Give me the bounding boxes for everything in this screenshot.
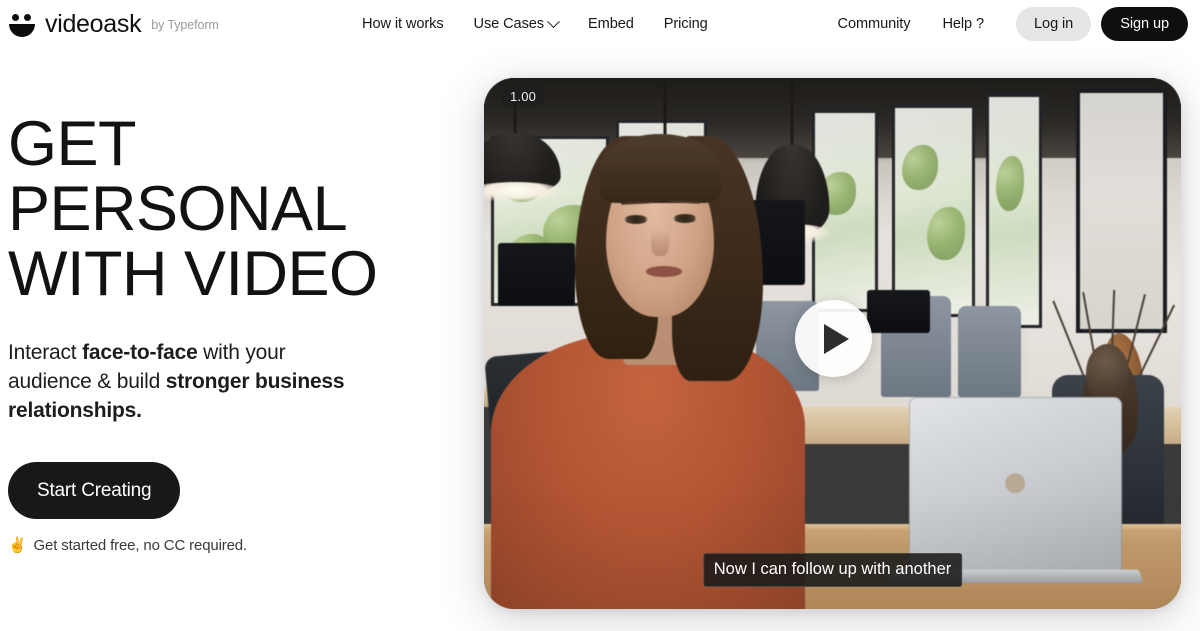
landing-page: videoask by Typeform How it works Use Ca… bbox=[0, 0, 1200, 631]
log-in-button[interactable]: Log in bbox=[1016, 7, 1092, 41]
brand-logo[interactable]: videoask by Typeform bbox=[9, 9, 219, 38]
nav-label: Pricing bbox=[663, 16, 708, 32]
free-trial-note: ✌️ Get started free, no CC required. bbox=[8, 537, 438, 554]
subject-eye-left bbox=[624, 214, 648, 224]
primary-nav: How it works Use Cases Embed Pricing bbox=[362, 0, 708, 48]
secondary-nav: Community Help ? Log in Sign up bbox=[838, 0, 1188, 48]
nav-item-how-it-works[interactable]: How it works bbox=[362, 10, 444, 38]
office-monitor bbox=[497, 242, 575, 307]
start-creating-button[interactable]: Start Creating bbox=[8, 462, 181, 519]
sign-up-button[interactable]: Sign up bbox=[1101, 7, 1188, 41]
smiley-face-logo-icon bbox=[9, 12, 36, 37]
office-chair bbox=[957, 306, 1021, 397]
logo-eye-right bbox=[24, 14, 31, 21]
headline-line-1: GET bbox=[8, 109, 137, 179]
hero-section: GET PERSONAL WITH VIDEO Interact face-to… bbox=[8, 112, 438, 554]
free-trial-note-text: Get started free, no CC required. bbox=[33, 537, 248, 554]
headline-line-3: WITH VIDEO bbox=[8, 239, 378, 309]
apple-logo-icon bbox=[1001, 466, 1030, 495]
nav-item-use-cases[interactable]: Use Cases bbox=[473, 10, 560, 38]
subject-hair-top bbox=[599, 133, 721, 203]
hero-subheading: Interact face-to-face with your audience… bbox=[8, 338, 368, 425]
nav-item-pricing[interactable]: Pricing bbox=[664, 10, 708, 38]
logo-eye-left bbox=[12, 14, 19, 21]
nav-label: Use Cases bbox=[473, 16, 545, 32]
nav-label: Community bbox=[837, 16, 911, 32]
nav-item-community[interactable]: Community bbox=[838, 10, 911, 38]
nav-item-embed[interactable]: Embed bbox=[588, 10, 634, 38]
brand-name: videoask bbox=[45, 9, 142, 38]
page-title: GET PERSONAL WITH VIDEO bbox=[8, 112, 438, 307]
nav-label: How it works bbox=[362, 16, 444, 32]
background-colleague-head bbox=[1085, 343, 1129, 402]
headline-line-2: PERSONAL bbox=[8, 174, 348, 244]
nav-label: Embed bbox=[588, 16, 634, 32]
logo-smile bbox=[9, 24, 35, 37]
chevron-down-icon bbox=[547, 14, 560, 28]
subhead-bold-1: face-to-face bbox=[82, 341, 198, 364]
macbook-laptop bbox=[887, 396, 1144, 584]
office-window bbox=[891, 104, 976, 317]
office-monitor bbox=[867, 290, 931, 333]
nav-item-help[interactable]: Help ? bbox=[942, 10, 984, 38]
brand-byline: by Typeform bbox=[151, 18, 219, 32]
nav-label: Help ? bbox=[942, 16, 985, 32]
site-header: videoask by Typeform How it works Use Ca… bbox=[0, 0, 1200, 48]
video-timer-badge: 1.00 bbox=[502, 86, 545, 107]
video-caption: Now I can follow up with another bbox=[702, 552, 963, 587]
subject-eye-right bbox=[672, 213, 697, 223]
subject-nose bbox=[651, 229, 670, 256]
play-triangle-icon bbox=[824, 323, 849, 354]
hero-video-player[interactable]: 1.00 Now I can follow up with another bbox=[484, 78, 1181, 609]
play-button[interactable] bbox=[794, 300, 872, 378]
victory-hand-icon: ✌️ bbox=[8, 537, 27, 554]
subhead-text-1: Interact bbox=[8, 341, 83, 364]
office-window bbox=[985, 93, 1042, 328]
subject-mouth bbox=[645, 265, 682, 277]
